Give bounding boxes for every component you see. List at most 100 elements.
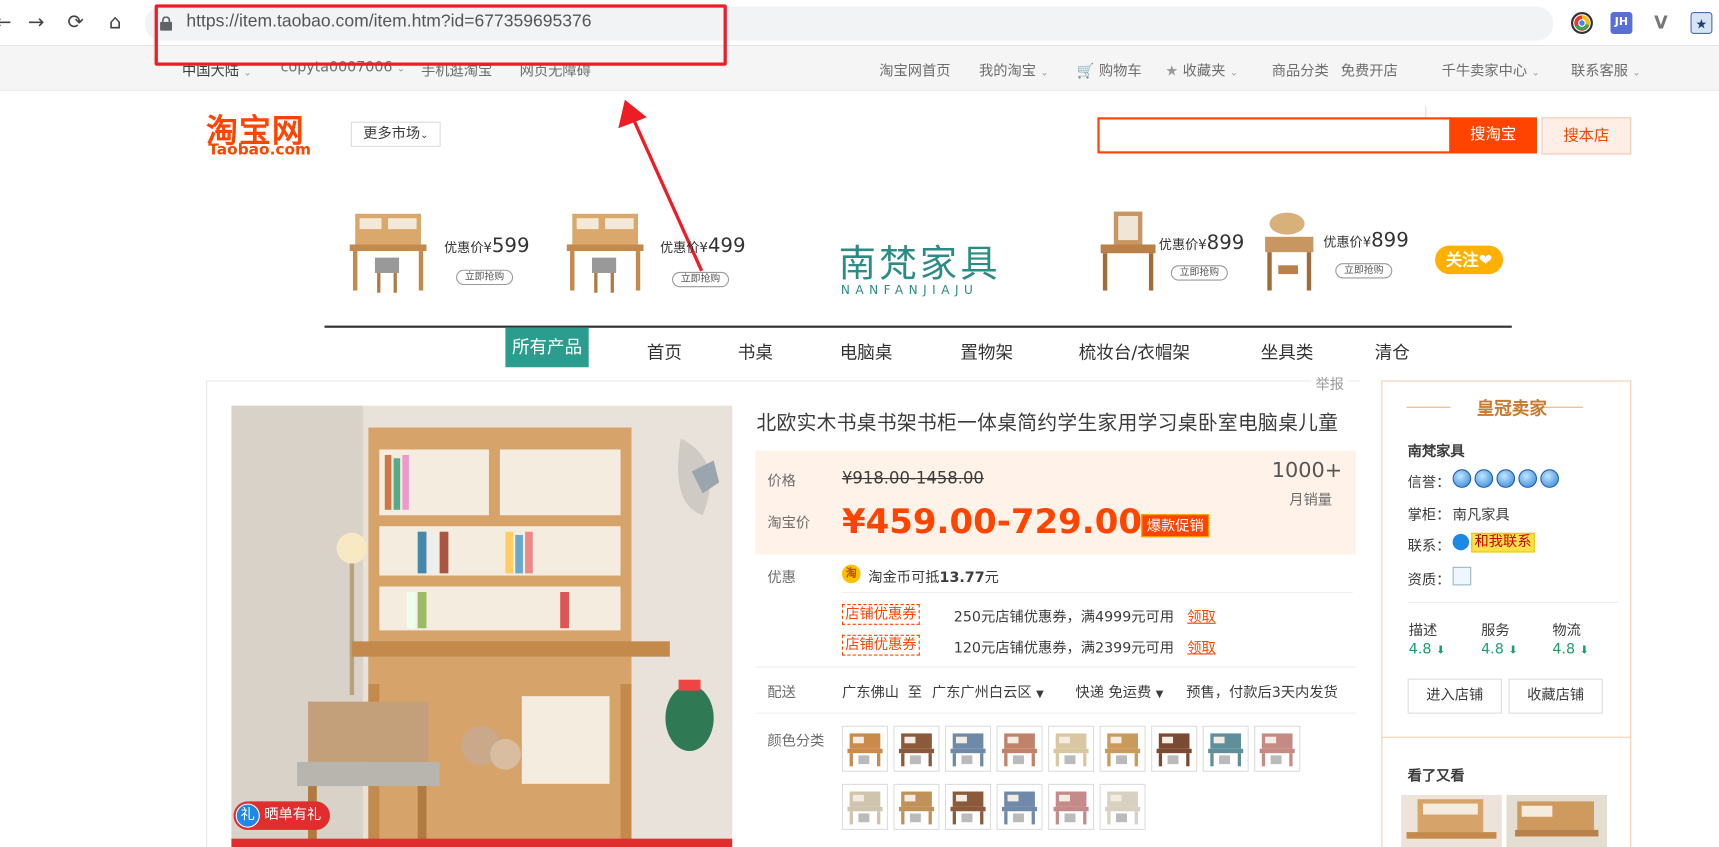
tab-home[interactable]: 首页 [647, 338, 682, 364]
currency: ¥ [483, 240, 492, 256]
color-swatch[interactable] [893, 725, 940, 772]
favorites-link[interactable]: ★ 收藏夹 ⌄ [1165, 59, 1238, 80]
ship-to-selector[interactable]: 广东广州白云区 ▼ [932, 681, 1044, 701]
color-swatch[interactable] [893, 783, 940, 830]
recommend-thumb[interactable] [1506, 794, 1608, 847]
shop-name[interactable]: 南梵家具 [1408, 440, 1465, 460]
taobao-price-label: 淘宝价 [767, 515, 811, 532]
monthly-sales-count: 1000+ [1271, 458, 1343, 483]
banner-desk-image[interactable] [344, 208, 432, 296]
original-price: ¥918.00-1458.00 [841, 468, 984, 488]
ship-to-word: 至 [907, 685, 923, 702]
search-taobao-button[interactable]: 搜淘宝 [1449, 117, 1538, 154]
forward-icon[interactable]: → [24, 11, 48, 35]
currency: ¥ [699, 240, 708, 256]
qualification-icon[interactable] [1452, 566, 1472, 586]
seller-center-label: 千牛卖家中心 [1441, 63, 1528, 81]
recommend-thumb[interactable] [1401, 794, 1502, 847]
claim-coupon-2[interactable]: 领取 [1187, 636, 1216, 656]
search-shop-button[interactable]: 搜本店 [1541, 117, 1632, 155]
color-swatch[interactable] [996, 783, 1043, 830]
categories-link[interactable]: 商品分类 [1272, 59, 1329, 80]
banner-buy-button-2[interactable]: 立即抢购 [672, 271, 730, 288]
gift-badge[interactable]: 礼晒单有礼 [233, 801, 331, 830]
product-title: 北欧实木书桌书架书柜一体桌简约学生家用学习桌卧室电脑桌儿童 [756, 412, 1339, 436]
tab-seating[interactable]: 坐具类 [1261, 338, 1314, 364]
keeper-label: 掌柜： [1407, 507, 1451, 525]
color-swatch[interactable] [1099, 783, 1146, 830]
contact-me-button[interactable]: 和我联系 [1471, 532, 1535, 553]
crown-seller-title: 皇冠卖家 [1476, 397, 1547, 419]
score-value-logistics: 4.8 ⬇ [1552, 641, 1588, 657]
tab-computer-desk[interactable]: 电脑桌 [840, 338, 893, 364]
score-label-service: 服务 [1481, 622, 1510, 640]
reload-icon[interactable]: ⟳ [64, 11, 88, 35]
brand-name: 南梵家具 [838, 242, 1001, 287]
divider [755, 712, 1357, 714]
more-market-dropdown[interactable]: 更多市场⌄ [350, 121, 441, 147]
back-icon[interactable]: ← [0, 11, 15, 35]
chevron-down-icon: ⌄ [1531, 67, 1540, 79]
color-swatch[interactable] [1048, 725, 1095, 772]
banner-buy-button-4[interactable]: 立即抢购 [1335, 263, 1393, 279]
price-value: 499 [707, 234, 746, 258]
banner-price-1: 优惠价¥599 [444, 235, 530, 258]
chevron-down-icon: ⌄ [243, 67, 252, 79]
search-input[interactable] [1097, 117, 1452, 154]
score-value-service: 4.8 ⬇ [1481, 641, 1517, 657]
chrome-extension-icon[interactable] [1570, 12, 1593, 34]
main-product-image[interactable] [231, 405, 733, 847]
color-swatch[interactable] [945, 725, 992, 772]
banner-price-3: 优惠价¥899 [1159, 231, 1245, 254]
tab-clearance[interactable]: 清仓 [1375, 338, 1410, 364]
banner-buy-button-1[interactable]: 立即抢购 [456, 269, 514, 286]
tab-vanity[interactable]: 梳妆台/衣帽架 [1079, 338, 1190, 364]
price-label: 价格 [767, 473, 796, 491]
color-swatch[interactable] [1099, 725, 1146, 772]
color-swatch[interactable] [1151, 725, 1198, 772]
enter-shop-button[interactable]: 进入店铺 [1407, 678, 1502, 714]
home-icon[interactable]: ⌂ [103, 11, 127, 35]
star-icon: ★ [1165, 63, 1179, 81]
open-shop-link[interactable]: 免费开店 [1341, 59, 1398, 80]
color-swatch[interactable] [1254, 725, 1301, 772]
coupon-tag: 店铺优惠券 [841, 604, 920, 625]
price-label: 优惠价 [1323, 234, 1363, 250]
color-swatch[interactable] [841, 725, 889, 772]
my-taobao-label: 我的淘宝 [978, 63, 1037, 81]
seller-center-link[interactable]: 千牛卖家中心 ⌄ [1442, 59, 1540, 80]
favorite-shop-button[interactable]: 收藏店铺 [1508, 678, 1603, 714]
diamond-icon [1496, 469, 1516, 488]
vue-extension-icon[interactable]: V [1650, 12, 1672, 34]
service-label: 联系客服 [1570, 63, 1629, 81]
my-taobao-link[interactable]: 我的淘宝 ⌄ [979, 59, 1049, 80]
claim-coupon-1[interactable]: 领取 [1187, 605, 1216, 626]
banner-desk-image[interactable] [561, 208, 649, 296]
follow-button[interactable]: 关注❤ [1435, 245, 1504, 275]
taobao-logo-en[interactable]: Taobao.com [208, 141, 311, 159]
keeper-name[interactable]: 南凡家具 [1453, 503, 1510, 524]
report-link[interactable]: 举报 [1311, 372, 1349, 394]
arrow-down-icon: ⬇ [1508, 644, 1518, 657]
price-label: 优惠价 [444, 240, 484, 256]
express-selector[interactable]: 快递 免运费 ▼ [1075, 681, 1163, 701]
home-link[interactable]: 淘宝网首页 [879, 59, 950, 80]
wangwang-icon[interactable] [1452, 533, 1470, 551]
tab-desk[interactable]: 书桌 [738, 338, 773, 364]
color-swatch[interactable] [945, 783, 992, 830]
caret-down-icon: ▼ [1036, 689, 1044, 701]
banner-price-2: 优惠价¥499 [660, 235, 746, 258]
color-swatch[interactable] [1202, 725, 1249, 772]
tab-all-products[interactable]: 所有产品 [505, 327, 589, 368]
jh-extension-icon[interactable]: JH [1610, 12, 1633, 34]
color-swatch[interactable] [841, 783, 889, 830]
service-link[interactable]: 联系客服 ⌄ [1571, 59, 1641, 80]
banner-buy-button-3[interactable]: 立即抢购 [1170, 265, 1228, 281]
bookmark-extension-icon[interactable]: ★ [1690, 12, 1713, 34]
coin-deduction: 淘金币可抵13.77元 [868, 566, 999, 586]
cart-link[interactable]: 🛒 购物车 [1077, 59, 1142, 80]
tab-shelf[interactable]: 置物架 [960, 338, 1013, 364]
color-swatch[interactable] [1048, 783, 1095, 830]
see-also-title: 看了又看 [1407, 768, 1465, 785]
color-swatch[interactable] [996, 725, 1043, 772]
